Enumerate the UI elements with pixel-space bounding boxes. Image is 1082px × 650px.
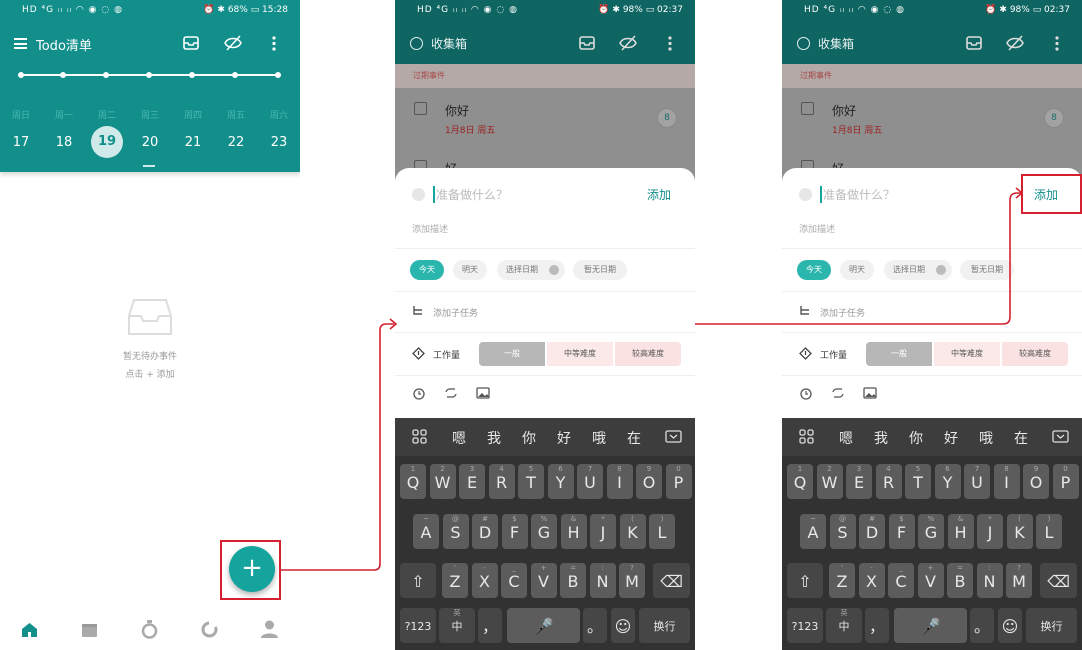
flow-arrows [281,187,1024,571]
arrow-form-to-add [695,192,1021,325]
arrow-fab-to-form [281,323,394,571]
